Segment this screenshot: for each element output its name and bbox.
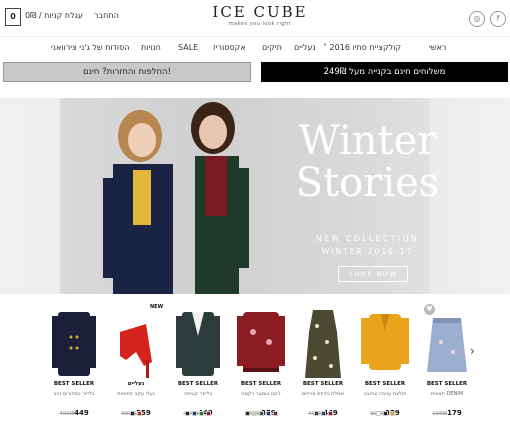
free-returns-banner[interactable]: החלפות והחזרות? חינם!	[3, 62, 251, 82]
product-card[interactable]: BEST SELLER שמלת הדפס פרחים 499₪449	[293, 296, 353, 425]
color-swatch[interactable]	[327, 411, 333, 416]
color-swatches	[355, 411, 415, 416]
product-card[interactable]: BEST SELLER בלייזר כפתורים זהב 499₪449	[44, 296, 104, 425]
login-link[interactable]: התחבר	[94, 11, 119, 20]
free-shipping-banner[interactable]: משלוחים חינם בקנייה מעל 249₪	[261, 62, 508, 82]
color-swatch[interactable]	[389, 411, 395, 416]
product-sale-price: 449	[74, 409, 89, 417]
product-name[interactable]: בלייזר כפתורים זהב	[44, 391, 104, 397]
product-price: 499₪449	[44, 400, 104, 419]
hero-title-line1: Winter	[298, 118, 437, 164]
product-tag: BEST SELLER	[426, 381, 468, 387]
product-price: 499₪449	[293, 400, 353, 419]
hero-title-line2: Stories	[295, 160, 440, 206]
product-tag: נעליים	[127, 381, 145, 387]
product-name[interactable]: נעלי עקב פתוחות	[106, 391, 166, 397]
color-swatch[interactable]	[137, 411, 142, 416]
color-swatch[interactable]	[251, 411, 257, 416]
product-price: 199₪179	[417, 400, 477, 419]
nav-item-stores[interactable]: חנויות	[141, 43, 161, 52]
color-swatch[interactable]	[320, 411, 326, 416]
product-tag: BEST SELLER	[302, 381, 344, 387]
product-name[interactable]: חצאית DENIM	[417, 391, 477, 397]
nav-item-bags[interactable]: תיקים	[262, 43, 282, 52]
color-swatch[interactable]	[313, 411, 319, 416]
color-swatch[interactable]	[206, 411, 211, 416]
nav-item-home[interactable]: ראשי	[429, 43, 446, 52]
product-card[interactable]: BEST SELLER חולצת עניבה צהובה 399₪359	[355, 296, 415, 425]
product-card[interactable]: נעליים נעלי עקב פתוחות 399₪359	[106, 296, 166, 425]
cart-count: 0	[10, 12, 16, 21]
facebook-icon[interactable]: f	[490, 11, 506, 27]
color-swatches	[293, 411, 353, 416]
product-image[interactable]	[417, 302, 477, 382]
logo[interactable]: ICE CUBE makes you look right	[205, 3, 315, 28]
hero-banner[interactable]: Winter Stories NEW COLLECTION WINTER 201…	[0, 98, 510, 294]
nav-item-fall-collection[interactable]: ˅ קולקציית סתיו 2016	[323, 43, 401, 52]
nav-item-secrets[interactable]: הסודות של ג'ני צירוואני	[51, 43, 129, 52]
hero-title: Winter Stories	[280, 120, 455, 204]
product-tag: BEST SELLER	[240, 381, 282, 387]
color-swatches	[231, 411, 291, 416]
product-image[interactable]	[168, 302, 228, 382]
product-name[interactable]: ז'קט בומבר רקמה	[231, 391, 291, 397]
nav-item-accessories[interactable]: אקססוריז	[213, 43, 246, 52]
cart-icon[interactable]: 0	[5, 8, 21, 26]
shop-now-button[interactable]: SHOP NOW	[338, 266, 408, 282]
product-carousel: › NEW ♥ BEST SELLER בלייזר כפתורים זהב 499…	[0, 296, 510, 425]
product-old-price: 499₪	[59, 411, 75, 417]
nav-item-shoes[interactable]: נעליים	[294, 43, 316, 52]
product-price: 499₪449	[168, 400, 228, 419]
color-swatch[interactable]	[192, 411, 197, 416]
main-nav: ראשי ˅ קולקציית סתיו 2016 נעליים תיקים א…	[0, 36, 510, 58]
product-card[interactable]: BEST SELLER ז'קט בומבר רקמה 399₪359	[231, 296, 291, 425]
color-swatch[interactable]	[199, 411, 204, 416]
hero-season: WINTER 2016-17	[321, 247, 414, 256]
cart-link[interactable]: עגלת קניות / 0₪	[25, 11, 83, 20]
logo-text: ICE CUBE	[212, 3, 308, 21]
product-image[interactable]	[231, 302, 291, 382]
product-card[interactable]: BEST SELLER חצאית DENIM 199₪179	[417, 296, 477, 425]
product-card[interactable]: BEST SELLER בלייזר קטיפה 499₪449	[168, 296, 228, 425]
hero-subtitle: NEW COLLECTION	[316, 234, 419, 243]
hero-models-image	[103, 102, 249, 294]
product-tag: BEST SELLER	[53, 381, 95, 387]
product-price: 399₪359	[231, 400, 291, 419]
site-header: 0 עגלת קניות / 0₪ התחבר ICE CUBE makes y…	[0, 0, 510, 36]
logo-tagline: makes you look right	[228, 21, 292, 27]
product-old-price: 199₪	[432, 411, 448, 417]
product-image[interactable]	[293, 302, 353, 382]
product-image[interactable]	[106, 302, 166, 382]
color-swatch[interactable]	[130, 411, 135, 416]
product-image[interactable]	[355, 302, 415, 382]
nav-item-sale[interactable]: SALE	[178, 43, 198, 52]
color-swatches	[106, 411, 166, 416]
color-swatch[interactable]	[244, 411, 250, 416]
color-swatch[interactable]	[382, 411, 388, 416]
product-name[interactable]: שמלת הדפס פרחים	[293, 391, 353, 397]
product-sale-price: 179	[447, 409, 462, 417]
color-swatch[interactable]	[185, 411, 190, 416]
product-name[interactable]: בלייזר קטיפה	[168, 391, 228, 397]
product-price: 399₪359	[355, 400, 415, 419]
color-swatch[interactable]	[265, 411, 271, 416]
color-swatch[interactable]	[375, 411, 381, 416]
product-price: 399₪359	[106, 400, 166, 419]
product-image[interactable]	[44, 302, 104, 382]
product-tag: BEST SELLER	[177, 381, 219, 387]
product-tag: BEST SELLER	[364, 381, 406, 387]
product-name[interactable]: חולצת עניבה צהובה	[355, 391, 415, 397]
instagram-icon[interactable]: ◎	[469, 11, 485, 27]
color-swatch[interactable]	[258, 411, 264, 416]
hero-background-panel	[0, 98, 60, 294]
color-swatches	[168, 411, 228, 416]
color-swatch[interactable]	[272, 411, 278, 416]
